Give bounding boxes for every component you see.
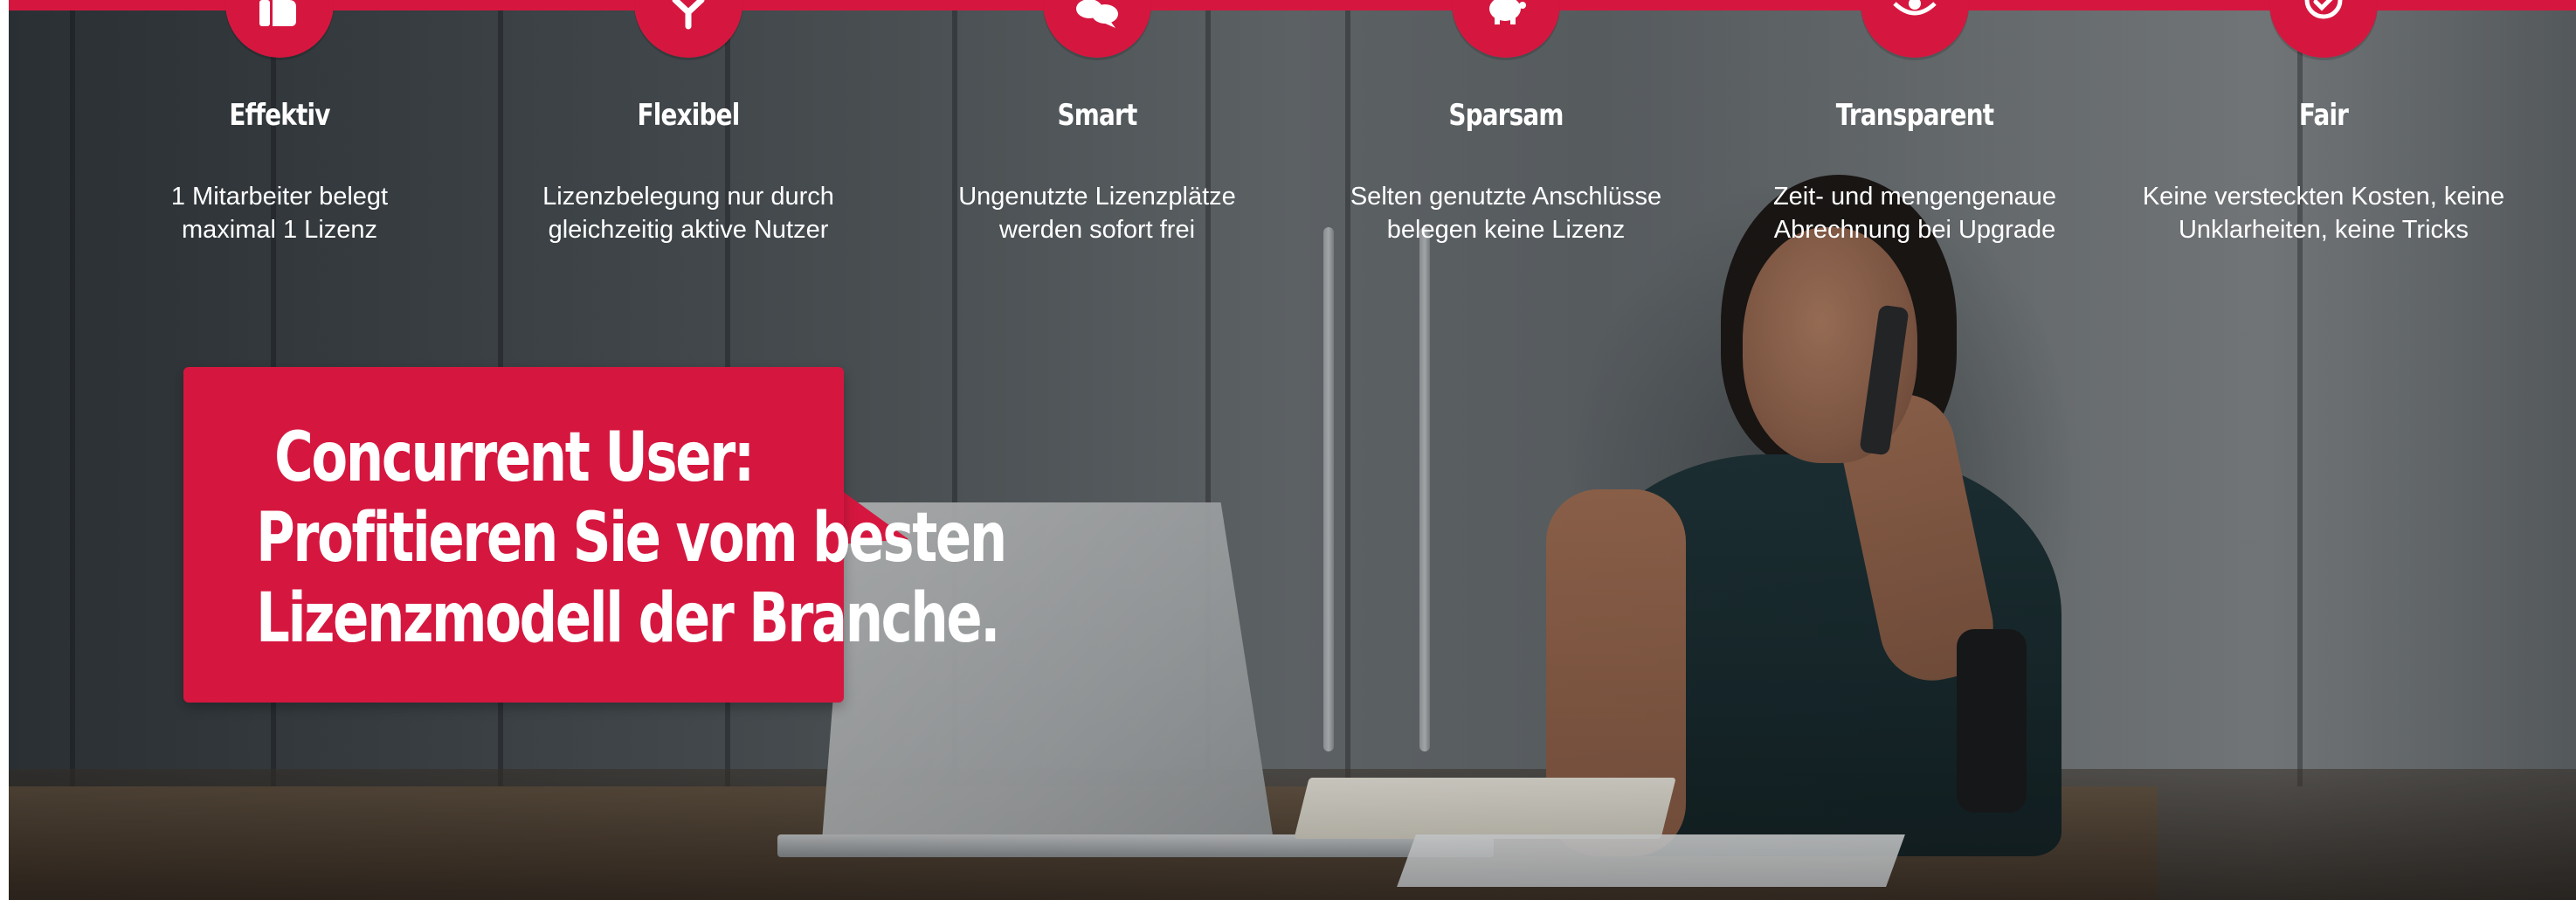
feature-description: 1 Mitarbeiter belegt maximal 1 Lizenz <box>96 180 463 246</box>
feature-description-line: Ungenutzte Lizenzplätze <box>958 183 1236 211</box>
feature-title: Transparent <box>1835 98 1994 133</box>
eye-icon <box>1893 0 1937 16</box>
branching-arrows-icon <box>634 0 742 58</box>
callout-line: Profitieren Sie vom besten <box>256 499 1007 578</box>
speech-bubbles-icon <box>1076 0 1118 28</box>
callout-line: Concurrent User: <box>274 419 755 497</box>
feature-description-line: Keine versteckten Kosten, keine <box>2142 183 2505 211</box>
feature-description: Lizenzbelegung nur durch gleichzeitig ak… <box>505 180 872 246</box>
hero-banner: Effektiv 1 Mitarbeiter belegt maximal 1 … <box>9 0 2576 900</box>
feature-description-line: Abrechnung bei Upgrade <box>1773 216 2056 244</box>
clock-icon <box>2269 0 2378 58</box>
feature-description: Keine versteckten Kosten, keine Unklarhe… <box>2140 180 2507 246</box>
feature-title: Flexibel <box>637 98 741 133</box>
feature-description: Selten genutzte Anschlüsse belegen keine… <box>1323 180 1689 246</box>
piggy-bank-icon <box>1489 0 1526 24</box>
eye-icon <box>1861 0 1969 58</box>
feature-description-line: Lizenzbelegung nur durch <box>542 183 834 211</box>
feature-description-line: Zeit- und mengengenaue <box>1772 183 2057 211</box>
feature-title: Effektiv <box>229 98 330 133</box>
thumbs-up-icon <box>225 0 334 58</box>
feature-description-line: maximal 1 Lizenz <box>181 216 378 244</box>
callout-headline: Concurrent User: Profitieren Sie vom bes… <box>256 418 1007 659</box>
feature-description: Zeit- und mengengenaue Abrechnung bei Up… <box>1731 180 2098 246</box>
feature-list: Effektiv 1 Mitarbeiter belegt maximal 1 … <box>9 0 2576 262</box>
feature-description-line: 1 Mitarbeiter belegt <box>170 183 389 211</box>
feature-title: Sparsam <box>1448 98 1564 133</box>
clock-icon <box>2304 0 2343 19</box>
branching-arrows-icon <box>672 0 705 30</box>
feature-description-line: werden sofort frei <box>998 216 1196 244</box>
speech-bubbles-icon <box>1043 0 1151 58</box>
feature-description-line: Unklarheiten, keine Tricks <box>2178 216 2469 244</box>
thumbs-up-icon <box>259 0 296 26</box>
callout-line: Lizenzmodell der Branche. <box>256 579 1000 658</box>
feature-title: Smart <box>1057 98 1138 133</box>
callout-box: Concurrent User: Profitieren Sie vom bes… <box>183 367 1007 703</box>
feature-description-line: belegen keine Lizenz <box>1386 216 1626 244</box>
feature-description: Ungenutzte Lizenzplätze werden sofort fr… <box>914 180 1281 246</box>
feature-description-line: Selten genutzte Anschlüsse <box>1350 183 1662 211</box>
feature-title: Fair <box>2298 98 2349 133</box>
piggy-bank-icon <box>1452 0 1560 58</box>
feature-description-line: gleichzeitig aktive Nutzer <box>548 216 829 244</box>
